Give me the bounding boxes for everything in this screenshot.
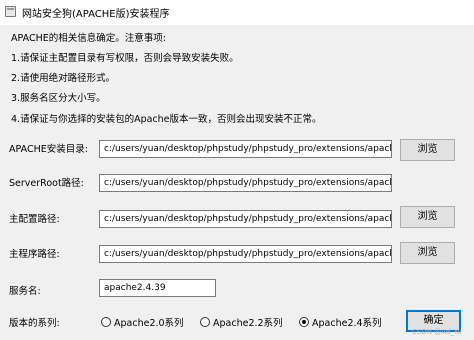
radio-apache24[interactable]: Apache2.4系列 xyxy=(299,315,382,329)
radio-circle xyxy=(200,317,210,327)
apache-dir-browse-button[interactable]: 浏览 xyxy=(400,139,455,161)
main-conf-label: 主配置路径: xyxy=(9,214,60,225)
service-name-input[interactable]: apache2.4.39 xyxy=(99,279,216,297)
watermark: CSDN @Ad_Yu xyxy=(412,328,462,336)
radio-apache20[interactable]: Apache2.0系列 xyxy=(101,315,184,329)
service-name-label: 服务名: xyxy=(9,286,41,297)
radio-circle xyxy=(101,317,111,327)
notice-item: 3.服务名区分大小写。 xyxy=(11,93,106,104)
notice-item: 1.请保证主配置目录有写权限，否则会导致安装失败。 xyxy=(11,53,239,64)
main-conf-input[interactable]: c:/users/yuan/desktop/phpstudy/phpstudy_… xyxy=(99,210,392,228)
version-label: 版本的系列: xyxy=(9,318,60,329)
radio-label: Apache2.0系列 xyxy=(114,318,184,329)
main-conf-browse-button[interactable]: 浏览 xyxy=(400,206,455,228)
apache-dir-input[interactable]: c:/users/yuan/desktop/phpstudy/phpstudy_… xyxy=(99,140,392,158)
notice-item: 4.请保证与你选择的安装包的Apache版本一致，否则会出现安装不正常。 xyxy=(11,114,322,125)
notice-heading: APACHE的相关信息确定。注意事项: xyxy=(11,33,166,44)
notice-item: 2.请使用绝对路径形式。 xyxy=(11,73,116,84)
apache-dir-label: APACHE安装目录: xyxy=(9,144,88,155)
main-prog-input[interactable]: c:/users/yuan/desktop/phpstudy/phpstudy_… xyxy=(99,245,392,263)
radio-apache22[interactable]: Apache2.2系列 xyxy=(200,315,283,329)
radio-circle-checked xyxy=(299,317,309,327)
title-bar: 网站安全狗(APACHE版)安装程序 xyxy=(0,0,474,25)
window-title: 网站安全狗(APACHE版)安装程序 xyxy=(22,9,170,20)
radio-label: Apache2.4系列 xyxy=(312,318,382,329)
main-prog-label: 主程序路径: xyxy=(9,249,60,260)
server-root-input[interactable]: c:/users/yuan/desktop/phpstudy/phpstudy_… xyxy=(99,174,392,192)
main-prog-browse-button[interactable]: 浏览 xyxy=(400,242,455,264)
app-icon xyxy=(5,6,16,17)
server-root-label: ServerRoot路径: xyxy=(9,178,84,189)
radio-label: Apache2.2系列 xyxy=(213,318,283,329)
